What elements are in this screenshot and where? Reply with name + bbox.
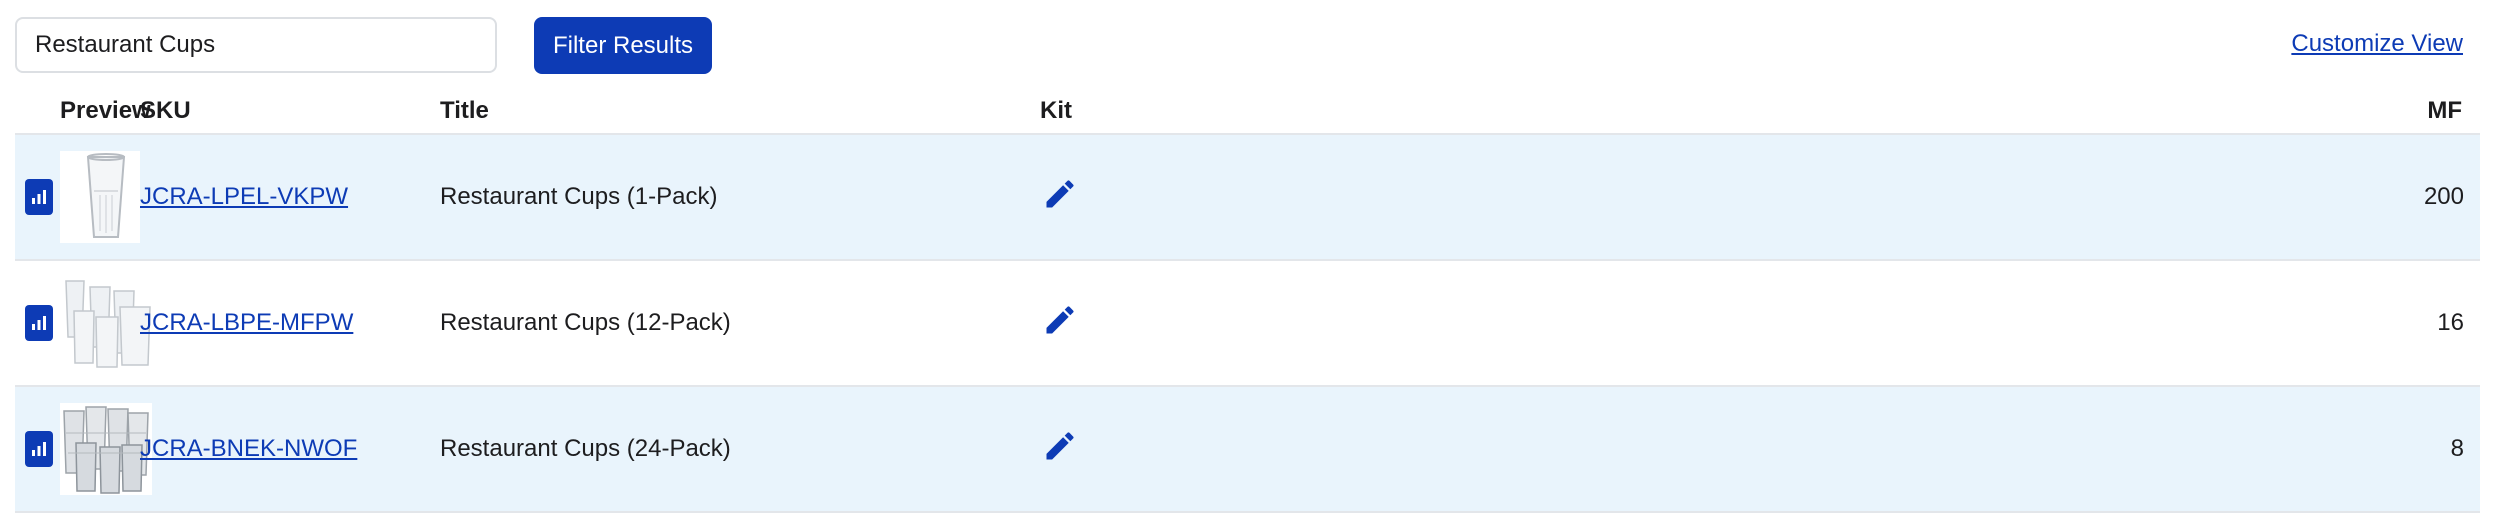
bar-chart-icon[interactable] [25,305,53,341]
pencil-icon[interactable] [1042,428,1078,471]
sku-cell: JCRA-LBPE-MFPW [140,260,440,387]
bar-chart-icon[interactable] [25,179,53,215]
row-action-cell [15,386,60,513]
mf-cell: 8 [2040,386,2480,513]
kit-cell [1040,260,2040,387]
search-input[interactable] [15,17,497,73]
preview-cell [60,386,152,513]
toolbar: Filter Results Customize View [0,0,2497,96]
header-actions [15,88,60,135]
table-row: JCRA-LPEL-VKPW Restaurant Cups (1-Pack) … [15,134,2480,261]
bar-chart-icon[interactable] [25,431,53,467]
header-kit: Kit [1040,88,2040,135]
header-sku: SKU [140,88,440,135]
customize-view-link[interactable]: Customize View [2291,30,2463,58]
pencil-icon[interactable] [1042,176,1078,219]
sku-cell: JCRA-LPEL-VKPW [140,134,440,261]
kit-cell [1040,386,2040,513]
filter-results-button[interactable]: Filter Results [534,17,712,74]
title-cell: Restaurant Cups (24-Pack) [440,386,1040,513]
sku-link[interactable]: JCRA-BNEK-NWOF [140,435,357,462]
row-action-cell [15,260,60,387]
row-action-cell [15,134,60,261]
title-cell: Restaurant Cups (1-Pack) [440,134,1040,261]
title-cell: Restaurant Cups (12-Pack) [440,260,1040,387]
cup-thumbnail [60,151,152,243]
table-row: JCRA-BNEK-NWOF Restaurant Cups (24-Pack)… [15,386,2480,513]
kit-cell [1040,134,2040,261]
mf-cell: 200 [2040,134,2480,261]
preview-cell [60,134,152,261]
header-mf: MF [2040,88,2480,135]
sku-link[interactable]: JCRA-LBPE-MFPW [140,309,353,336]
table-row: JCRA-LBPE-MFPW Restaurant Cups (12-Pack)… [15,260,2480,387]
cup-thumbnail [60,403,152,495]
cup-thumbnail [60,277,152,369]
preview-cell [60,260,152,387]
header-preview: Preview [60,88,151,135]
mf-cell: 16 [2040,260,2480,387]
table-header-row: Preview SKU Title Kit MF [15,88,2480,135]
sku-cell: JCRA-BNEK-NWOF [140,386,440,513]
sku-link[interactable]: JCRA-LPEL-VKPW [140,183,348,210]
results-table: Preview SKU Title Kit MF JCRA-LPEL-VKPW … [15,88,2480,513]
pencil-icon[interactable] [1042,302,1078,345]
header-title: Title [440,88,1040,135]
